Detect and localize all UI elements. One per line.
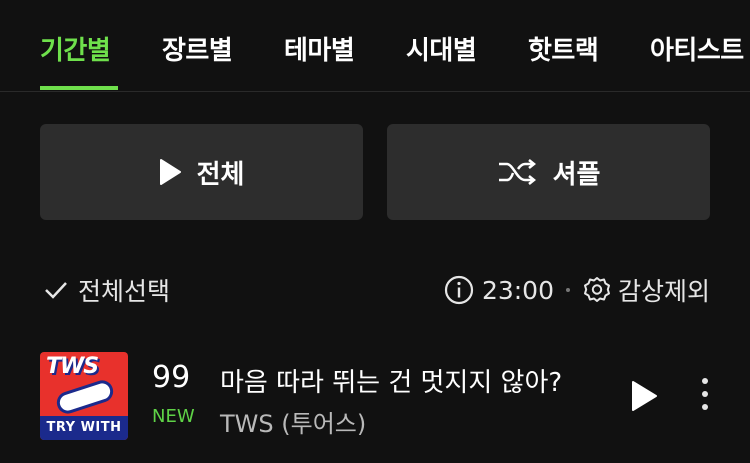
category-tabs: 기간별 장르별 테마별 시대별 핫트랙 아티스트 [0, 0, 750, 92]
shuffle-icon [498, 159, 536, 185]
tab-era[interactable]: 시대별 [406, 30, 477, 67]
tab-artist[interactable]: 아티스트 [650, 30, 744, 67]
rank-change-badge: NEW [152, 406, 195, 427]
song-rank: 99 [152, 360, 191, 395]
play-song-icon[interactable] [630, 380, 658, 412]
tab-theme[interactable]: 테마별 [284, 30, 355, 67]
skateboard-graphic [54, 377, 116, 417]
shuffle-button[interactable]: 셔플 [387, 124, 710, 220]
tab-period[interactable]: 기간별 [40, 30, 111, 67]
tab-genre[interactable]: 장르별 [162, 30, 233, 67]
play-all-label: 전체 [196, 159, 245, 190]
active-tab-indicator [40, 86, 118, 90]
song-artist[interactable]: TWS (투어스) [220, 404, 366, 439]
play-all-button[interactable]: 전체 [40, 124, 363, 220]
gear-icon[interactable] [582, 275, 612, 305]
album-art[interactable]: TWS TRY WITH US [40, 352, 128, 440]
more-vertical-icon[interactable] [700, 378, 710, 414]
play-icon [159, 159, 181, 185]
check-icon [45, 282, 67, 299]
exclude-listening-label[interactable]: 감상제외 [618, 272, 710, 308]
album-art-logo: TWS [46, 354, 99, 379]
select-all-toggle[interactable]: 전체선택 [44, 272, 170, 308]
chart-update-time: 23:00 [481, 275, 554, 305]
separator-dot [565, 288, 570, 292]
album-art-band: TRY WITH US [40, 416, 128, 440]
info-icon[interactable] [444, 275, 474, 305]
song-title[interactable]: 마음 따라 뛰는 건 멋지지 않아? [220, 362, 562, 399]
list-meta: 23:00 감상제외 [444, 270, 710, 310]
tab-hot-track[interactable]: 핫트랙 [528, 30, 599, 67]
song-row[interactable]: TWS TRY WITH US 99 NEW 마음 따라 뛰는 건 멋지지 않아… [40, 352, 720, 442]
select-all-label: 전체선택 [78, 277, 171, 306]
shuffle-label: 셔플 [552, 159, 601, 190]
